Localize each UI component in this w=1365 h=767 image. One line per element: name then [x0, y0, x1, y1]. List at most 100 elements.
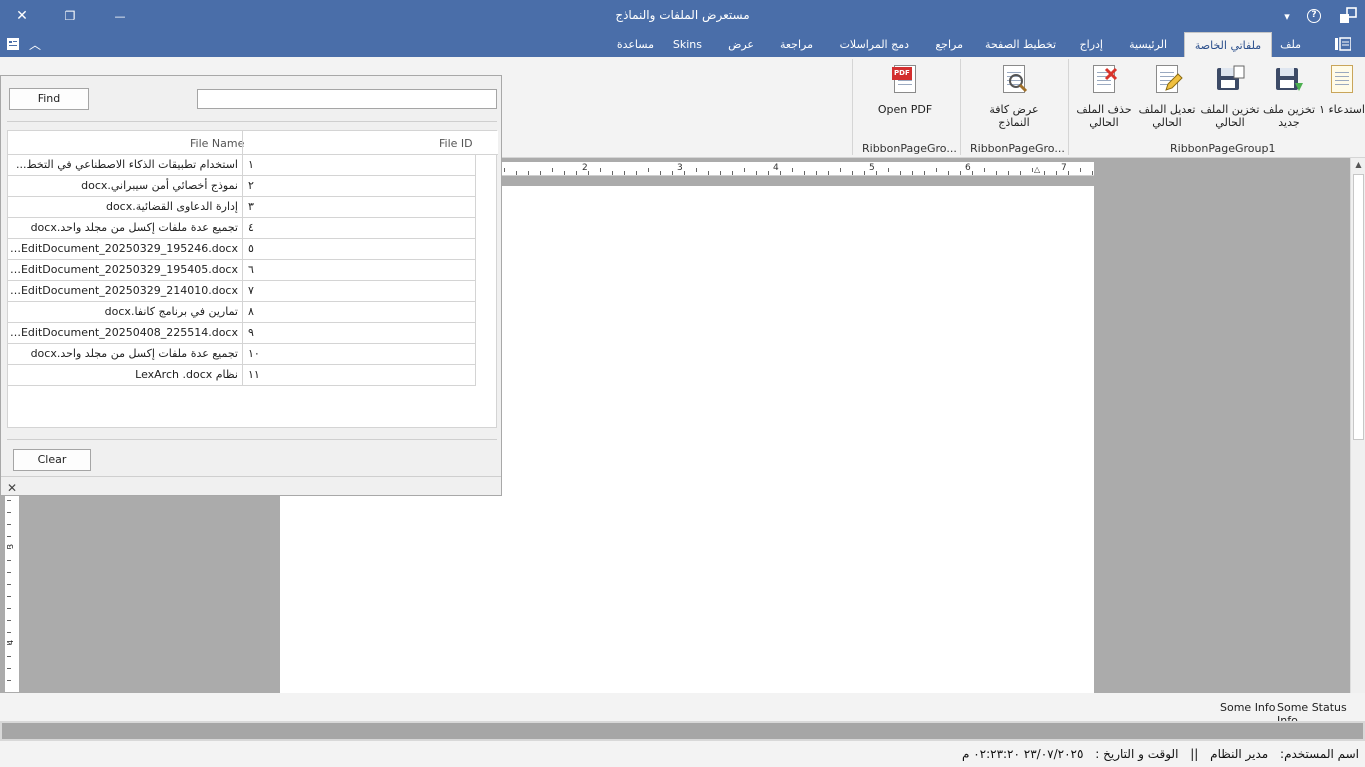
delete-current-button[interactable]: حذف الملف الحالي: [1074, 65, 1134, 129]
ribbon-menu-icon[interactable]: [1334, 36, 1352, 52]
vertical-scrollbar[interactable]: ▲: [1350, 158, 1365, 693]
file-id-cell: ٨: [242, 302, 475, 323]
ruler-tick: [828, 171, 829, 175]
edit-current-label: تعديل الملف الحالي: [1138, 103, 1196, 129]
file-name-cell: RichEditDocument_20250329_195405.docx: [8, 263, 238, 276]
user-datetime-line: اسم المستخدم: مدير النظام || الوقت و الت…: [954, 747, 1359, 761]
help-icon[interactable]: ?: [1300, 4, 1328, 28]
table-row[interactable]: نظام LexArch .docx ١١: [8, 365, 475, 386]
ruler-tick: [864, 171, 865, 175]
scroll-up-icon[interactable]: ▲: [1351, 160, 1365, 174]
clear-button[interactable]: Clear: [13, 449, 91, 471]
ruler-tick: [696, 168, 697, 172]
ruler-tick: [7, 668, 11, 669]
table-row[interactable]: نموذج أخصائي أمن سيبراني.docx ٢: [8, 176, 475, 197]
tab-insert[interactable]: إدراج: [1072, 32, 1111, 57]
ruler-tick: [936, 168, 937, 172]
scrollbar-thumb[interactable]: [1353, 174, 1364, 440]
indent-marker-icon[interactable]: △: [1034, 165, 1040, 174]
file-name-cell: RichEditDocument_20250329_214010.docx: [8, 284, 238, 297]
tab-my-files[interactable]: ملفاتي الخاصة: [1184, 32, 1272, 57]
ruler-number: 5: [869, 163, 875, 173]
ruler-tick: [7, 644, 11, 645]
delete-current-label: حذف الملف الحالي: [1076, 103, 1132, 129]
ruler-tick: [768, 171, 769, 175]
ruler-tick: [1080, 168, 1081, 172]
tab-page-layout[interactable]: تخطيط الصفحة: [977, 32, 1064, 57]
edit-document-icon: [1151, 65, 1183, 97]
table-row[interactable]: RichEditDocument_20250329_214010.docx ٧: [8, 281, 475, 302]
ruler-tick: [612, 171, 613, 175]
table-row[interactable]: تجميع عدة ملفات إكسل من مجلد واحد.docx ١٠: [8, 344, 475, 365]
search-input[interactable]: [197, 89, 497, 109]
edit-current-button[interactable]: تعديل الملف الحالي: [1137, 65, 1197, 129]
table-row[interactable]: إدارة الدعاوى القضائية.docx ٣: [8, 197, 475, 218]
ruler-tick: [948, 171, 949, 175]
find-button[interactable]: Find: [9, 88, 89, 110]
dropdown-icon[interactable]: ▾: [1273, 4, 1301, 28]
ruler-tick: [516, 171, 517, 175]
ruler-tick: [7, 584, 11, 585]
save-current-button[interactable]: تخزين الملف الحالي: [1200, 65, 1260, 129]
table-row[interactable]: استخدام تطبيقات الذكاء الاصطناعي في التخ…: [8, 155, 475, 176]
file-name-cell: نظام LexArch .docx: [135, 368, 238, 381]
recall-button[interactable]: استدعاء ١: [1312, 65, 1365, 116]
column-header-file-name[interactable]: File Name: [190, 137, 244, 150]
collapse-ribbon-icon[interactable]: ︿: [26, 36, 44, 52]
tab-skins[interactable]: Skins: [665, 32, 710, 57]
ruler-tick: [972, 171, 973, 175]
ruler-tick: [924, 171, 925, 175]
quick-access-icon[interactable]: [4, 36, 22, 52]
ruler-tick: [876, 171, 877, 175]
file-name-cell: تمارين في برنامج كانفا.docx: [104, 305, 238, 318]
view-all-templates-button[interactable]: عرض كافة النماذج: [984, 65, 1044, 129]
ruler-tick: [780, 171, 781, 175]
save-current-icon: [1214, 65, 1246, 97]
ruler-tick: [1092, 171, 1093, 175]
datetime-value: ٢٣/٠٧/٢٠٢٥ ٠٢:٢٣:٢٠ م: [961, 747, 1084, 761]
table-row[interactable]: تمارين في برنامج كانفا.docx ٨: [8, 302, 475, 323]
tab-references[interactable]: مراجع: [927, 32, 971, 57]
file-id-cell: ١٠: [242, 344, 475, 365]
file-id-cell: ١١: [242, 365, 475, 386]
pdf-icon: PDF: [889, 65, 921, 97]
divider: [7, 439, 497, 440]
ruler-tick: [804, 171, 805, 175]
ruler-tick: [852, 171, 853, 175]
ruler-tick: [588, 171, 589, 175]
ruler-tick: [816, 171, 817, 175]
title-bar: ✕ ❐ — مستعرض الملفات والنماذج ▾ ?: [0, 0, 1365, 32]
ribbon-tab-bar: ملف ملفاتي الخاصة الرئيسية إدراج تخطيط ا…: [0, 32, 1365, 57]
files-grid: File Name File ID استخدام تطبيقات الذكاء…: [7, 130, 498, 428]
ruler-tick: [7, 512, 11, 513]
open-pdf-button[interactable]: PDF Open PDF: [875, 65, 935, 116]
file-id-cell: ٦: [242, 260, 475, 281]
ruler-tick: [564, 171, 565, 175]
ruler-tick: [1008, 171, 1009, 175]
column-header-file-id[interactable]: File ID: [439, 137, 473, 150]
table-row[interactable]: RichEditDocument_20250408_225514.docx ٩: [8, 323, 475, 344]
ruler-tick: [792, 168, 793, 172]
tab-help[interactable]: مساعدة: [609, 32, 662, 57]
ruler-tick: [960, 171, 961, 175]
tab-home[interactable]: الرئيسية: [1121, 32, 1175, 57]
ruler-tick: [504, 168, 505, 172]
tab-file[interactable]: ملف: [1272, 32, 1309, 57]
ruler-tick: [1056, 171, 1057, 175]
close-panel-icon[interactable]: ✕: [7, 481, 17, 495]
ruler-tick: [7, 500, 11, 501]
ribbon-group-label-1: RibbonPageGroup1: [1170, 142, 1276, 155]
ruler-tick: [7, 560, 11, 561]
save-new-button[interactable]: تخزين ملف جديد: [1259, 65, 1319, 129]
ruler-tick: [600, 168, 601, 172]
ruler-tick: [888, 168, 889, 172]
ruler-number: 6: [965, 163, 971, 173]
vertical-ruler[interactable]: 3 4: [5, 496, 19, 692]
horizontal-ruler[interactable]: 2 3 4 5 6 7 △: [500, 162, 1094, 176]
table-row[interactable]: تجميع عدة ملفات إكسل من مجلد واحد.docx ٤: [8, 218, 475, 239]
tab-review[interactable]: مراجعة: [772, 32, 821, 57]
tab-view[interactable]: عرض: [720, 32, 762, 57]
table-row[interactable]: RichEditDocument_20250329_195405.docx ٦: [8, 260, 475, 281]
tab-mail-merge[interactable]: دمج المراسلات: [832, 32, 917, 57]
table-row[interactable]: RichEditDocument_20250329_195246.docx ٥: [8, 239, 475, 260]
